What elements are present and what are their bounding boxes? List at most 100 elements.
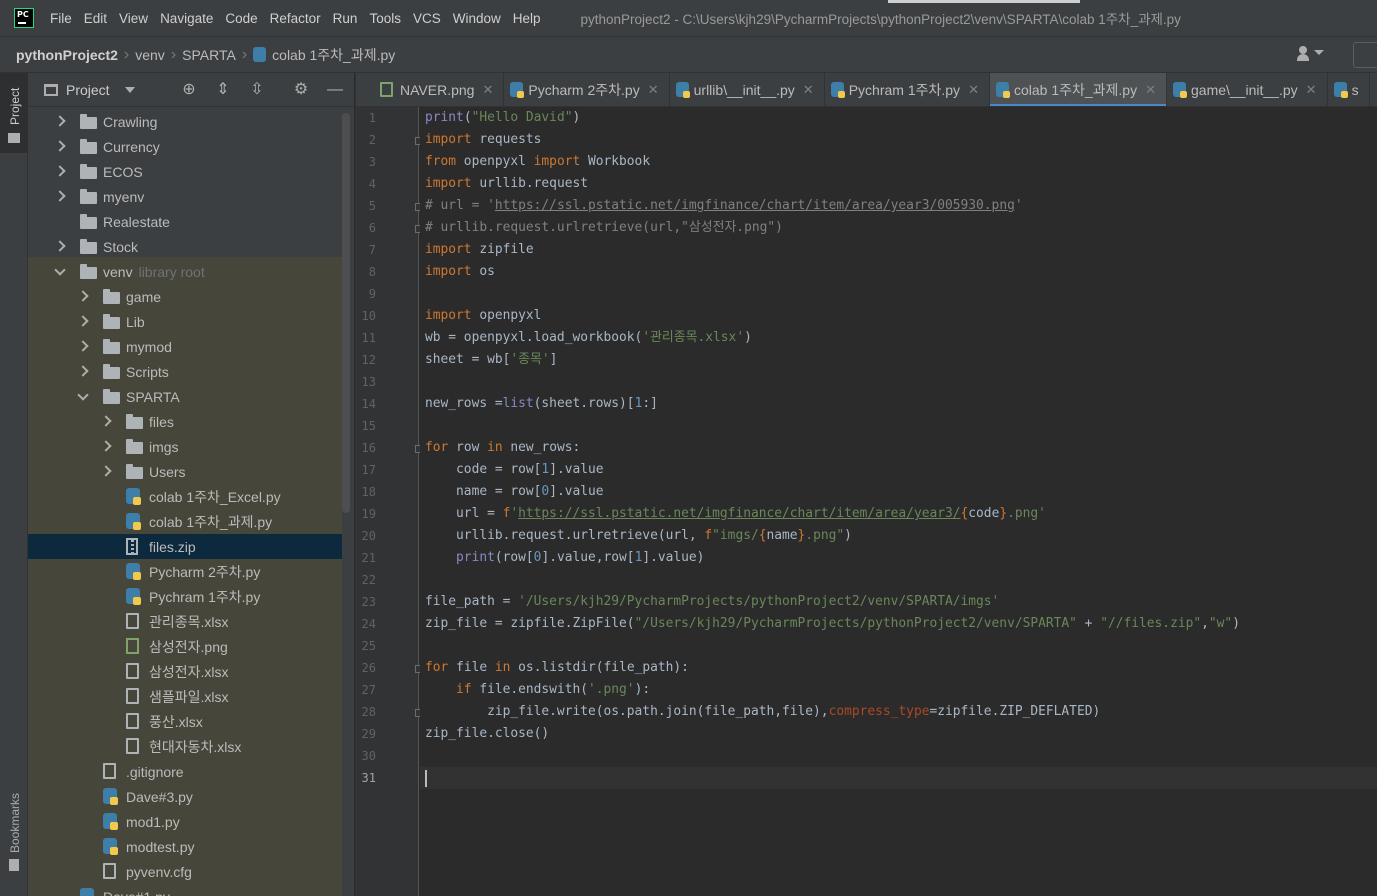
menu-tools[interactable]: Tools: [369, 11, 401, 26]
close-icon[interactable]: ✕: [1145, 82, 1156, 98]
chevron-down-icon: [1314, 50, 1324, 55]
tree-item[interactable]: modtest.py: [28, 834, 342, 859]
project-tool-button[interactable]: Project: [0, 73, 28, 153]
chevron-right-icon[interactable]: [100, 440, 112, 452]
tree-item[interactable]: Currency: [28, 134, 342, 159]
line-number-gutter: 1 2 3 4 5 6 7 8 9 10 11 12 13 14 15 16 17 18 19 20 21 22 23 24 2…: [355, 107, 423, 896]
tree-scrollbar[interactable]: [342, 113, 350, 513]
tree-item[interactable]: 관리종목.xlsx: [28, 609, 342, 634]
menu-vcs[interactable]: VCS: [413, 11, 441, 26]
tab[interactable]: urllib\__init__.py ✕: [670, 73, 825, 106]
breadcrumb-file[interactable]: colab 1주차_과제.py: [253, 45, 395, 65]
chevron-right-icon[interactable]: [100, 415, 112, 427]
chevron-right-icon[interactable]: [54, 240, 66, 252]
tree-item[interactable]: Pycharm 2주차.py: [28, 559, 342, 584]
menu-navigate[interactable]: Navigate: [160, 11, 213, 26]
breadcrumb-project[interactable]: pythonProject2: [16, 47, 118, 63]
menu-window[interactable]: Window: [453, 11, 501, 26]
chevron-right-icon[interactable]: [54, 140, 66, 152]
tab[interactable]: game\__init__.py ✕: [1167, 73, 1328, 106]
code-line: zip_file.write(os.path.join(file_path,fi…: [425, 704, 1101, 719]
chevron-right-icon[interactable]: [54, 165, 66, 177]
breadcrumb-venv[interactable]: venv: [135, 47, 165, 63]
tree-item[interactable]: Lib: [28, 309, 342, 334]
tab[interactable]: NAVER.png ✕: [356, 73, 505, 106]
tab[interactable]: Pycharm 2주차.py ✕: [504, 73, 670, 106]
breadcrumb-sparta[interactable]: SPARTA: [182, 47, 236, 63]
menu-help[interactable]: Help: [513, 11, 541, 26]
tree-item-label: Stock: [103, 238, 139, 255]
tree-item[interactable]: imgs: [28, 434, 342, 459]
hide-panel-icon[interactable]: —: [326, 81, 344, 99]
tree-item-label: Dave#1.py: [103, 889, 170, 896]
tree-item[interactable]: 풍산.xlsx: [28, 709, 342, 734]
close-icon[interactable]: ✕: [803, 82, 814, 98]
tree-item[interactable]: myenv: [28, 184, 342, 209]
close-icon[interactable]: ✕: [482, 82, 493, 98]
tree-item[interactable]: venv library root: [28, 259, 342, 284]
chevron-down-icon[interactable]: [54, 264, 66, 276]
locate-file-icon[interactable]: ⊕: [180, 81, 198, 99]
run-config-button[interactable]: [1353, 42, 1377, 68]
tree-item[interactable]: 현대자동차.xlsx: [28, 734, 342, 759]
collapse-all-icon[interactable]: ⇳: [248, 81, 266, 99]
chevron-down-icon[interactable]: [77, 389, 89, 401]
tree-item[interactable]: 삼성전자.xlsx: [28, 659, 342, 684]
chevron-right-icon[interactable]: [100, 465, 112, 477]
tree-item[interactable]: colab 1주차_과제.py: [28, 509, 342, 534]
gear-icon[interactable]: ⚙: [292, 81, 310, 99]
tree-item[interactable]: Users: [28, 459, 342, 484]
tree-item[interactable]: files: [28, 409, 342, 434]
tree-item[interactable]: Crawling: [28, 109, 342, 134]
tree-item[interactable]: 샘플파일.xlsx: [28, 684, 342, 709]
tab-active[interactable]: colab 1주차_과제.py ✕: [989, 73, 1168, 106]
tree-item[interactable]: colab 1주차_Excel.py: [28, 484, 342, 509]
tree-item[interactable]: 삼성전자.png: [28, 634, 342, 659]
chevron-right-icon[interactable]: [77, 315, 89, 327]
chevron-down-icon[interactable]: [124, 86, 135, 93]
tree-item[interactable]: ECOS: [28, 159, 342, 184]
tree-item[interactable]: mymod: [28, 334, 342, 359]
folder-icon: [103, 289, 120, 304]
tree-item[interactable]: pyvenv.cfg: [28, 859, 342, 884]
chevron-right-icon[interactable]: [54, 115, 66, 127]
close-icon[interactable]: ✕: [1306, 82, 1317, 98]
user-account-button[interactable]: [1297, 46, 1327, 64]
line-number: 25: [361, 639, 376, 653]
tree-item[interactable]: Realestate: [28, 209, 342, 234]
code-editor[interactable]: print("Hello David") import requests from …: [420, 107, 1377, 896]
line-number: 3: [368, 155, 376, 169]
menu-refactor[interactable]: Refactor: [270, 11, 321, 26]
tree-item[interactable]: Dave#1.py: [28, 884, 342, 896]
chevron-right-icon[interactable]: [54, 190, 66, 202]
project-panel-title[interactable]: Project: [66, 82, 110, 98]
close-icon[interactable]: ✕: [968, 82, 979, 98]
tree-item[interactable]: .gitignore: [28, 759, 342, 784]
tree-item[interactable]: mod1.py: [28, 809, 342, 834]
menu-run[interactable]: Run: [333, 11, 358, 26]
tab[interactable]: Pychram 1주차.py ✕: [825, 73, 990, 106]
chevron-right-icon[interactable]: [77, 290, 89, 302]
tree-item[interactable]: Pychram 1주차.py: [28, 584, 342, 609]
tree-item[interactable]: game: [28, 284, 342, 309]
tree-item[interactable]: SPARTA: [28, 384, 342, 409]
tab[interactable]: s: [1328, 73, 1370, 106]
menu-code[interactable]: Code: [225, 11, 257, 26]
menu-view[interactable]: View: [119, 11, 148, 26]
python-file-icon: [675, 82, 690, 98]
tree-item[interactable]: Dave#3.py: [28, 784, 342, 809]
tree-item[interactable]: Stock: [28, 234, 342, 259]
menu-file[interactable]: File: [50, 11, 72, 26]
tree-item-label: .gitignore: [126, 763, 184, 780]
chevron-right-icon[interactable]: [77, 365, 89, 377]
tree-item[interactable]: Scripts: [28, 359, 342, 384]
line-number: 5: [368, 199, 376, 213]
expand-all-icon[interactable]: ⇕: [214, 81, 232, 99]
close-icon[interactable]: ✕: [648, 82, 659, 98]
line-number: 4: [368, 177, 376, 191]
menu-edit[interactable]: Edit: [84, 11, 107, 26]
tree-item[interactable]: files.zip: [28, 534, 342, 559]
bookmarks-tool-button[interactable]: Bookmarks: [8, 793, 22, 853]
chevron-right-icon[interactable]: [77, 340, 89, 352]
line-number: 15: [361, 419, 376, 433]
